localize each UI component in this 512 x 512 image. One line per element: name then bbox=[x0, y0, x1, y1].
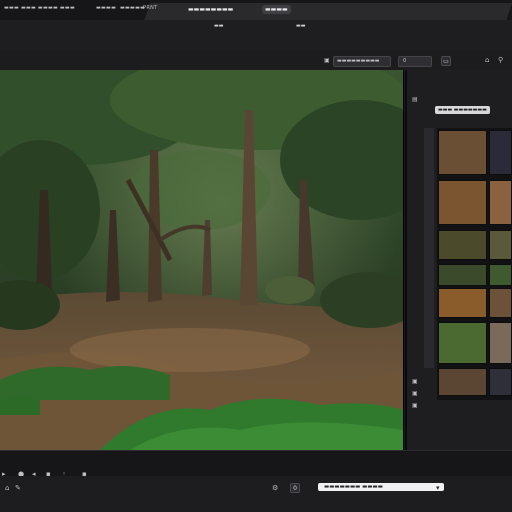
layer-name-field[interactable]: ▬▬▬▬▬▬▬▬▬ bbox=[333, 56, 391, 67]
value-field[interactable]: 0 bbox=[398, 56, 432, 67]
thumbnail-leaf[interactable] bbox=[489, 264, 512, 286]
timeline-bar bbox=[0, 450, 512, 476]
thumbnail-fern[interactable] bbox=[438, 264, 487, 286]
menu-item-file[interactable]: ▬▬▬ ▬▬▬ ▬▬▬▬ ▬▬▬ bbox=[4, 5, 75, 14]
frame-field[interactable]: 0 bbox=[290, 483, 300, 493]
value-field-text: 0 bbox=[403, 58, 407, 64]
thumbnail-rock[interactable] bbox=[489, 288, 512, 318]
thumbnail-wood[interactable] bbox=[438, 180, 487, 225]
lock-icon[interactable]: ⌂ bbox=[485, 56, 489, 64]
panel-settings-icon[interactable]: ▣ bbox=[412, 402, 418, 410]
thumbnail-dark-1[interactable] bbox=[489, 130, 512, 175]
layer-icon[interactable]: ▣ bbox=[324, 57, 330, 65]
menu-item-view[interactable]: ▬▬▬▬ bbox=[96, 5, 116, 14]
menu-item-print[interactable]: PRNT bbox=[143, 5, 157, 14]
toolbar bbox=[0, 20, 512, 50]
panel-menu-icon[interactable]: ▤ bbox=[412, 96, 418, 104]
viewport[interactable] bbox=[0, 70, 404, 450]
forest-scene bbox=[0, 70, 403, 450]
edit-icon[interactable]: ✎ bbox=[15, 484, 21, 492]
gear-icon[interactable]: ⚙ bbox=[272, 484, 278, 492]
link-icon[interactable]: ⚲ bbox=[498, 56, 503, 64]
secondary-toolbar bbox=[0, 50, 512, 70]
thumbnail-bark-2[interactable] bbox=[489, 180, 512, 225]
thumbnail-dark-2[interactable] bbox=[489, 368, 512, 396]
layer-name-value: ▬▬▬▬▬▬▬▬▬ bbox=[337, 58, 380, 64]
search-input[interactable]: ▬▬▬▬▬▬▬ ▬▬▬▬ bbox=[318, 483, 444, 491]
thumbnail-stone[interactable] bbox=[489, 322, 512, 364]
thumbnail-soil[interactable] bbox=[438, 288, 487, 318]
thumbnail-bark-1[interactable] bbox=[438, 130, 487, 175]
panel-scrollbar[interactable] bbox=[424, 128, 434, 368]
menu-item-window[interactable]: ▬▬▬▬▬ bbox=[120, 5, 145, 14]
panel-filter-icon[interactable]: ▣ bbox=[412, 390, 418, 398]
toggle-button[interactable]: ▭ bbox=[441, 56, 451, 66]
thumbnail-grass[interactable] bbox=[438, 230, 487, 260]
toolbar-right-label: ▬▬ bbox=[296, 23, 306, 29]
dropdown-icon[interactable]: ▾ bbox=[436, 484, 440, 492]
status-bar bbox=[0, 476, 512, 512]
thumbnail-trunk[interactable] bbox=[438, 368, 487, 396]
thumbnail-moss[interactable] bbox=[489, 230, 512, 260]
tab-active[interactable]: ▬▬▬▬ bbox=[262, 5, 291, 14]
thumbnail-tree[interactable] bbox=[438, 322, 487, 364]
tab-scene[interactable]: ▬▬▬▬▬▬▬▬ bbox=[188, 6, 233, 13]
panel-add-icon[interactable]: ▣ bbox=[412, 378, 418, 386]
toolbar-center-label: ▬▬ bbox=[214, 23, 224, 29]
home-icon[interactable]: ⌂ bbox=[5, 484, 9, 492]
panel-header-chip[interactable]: ▬▬▬ ▬▬▬▬▬▬▬ bbox=[435, 106, 490, 114]
